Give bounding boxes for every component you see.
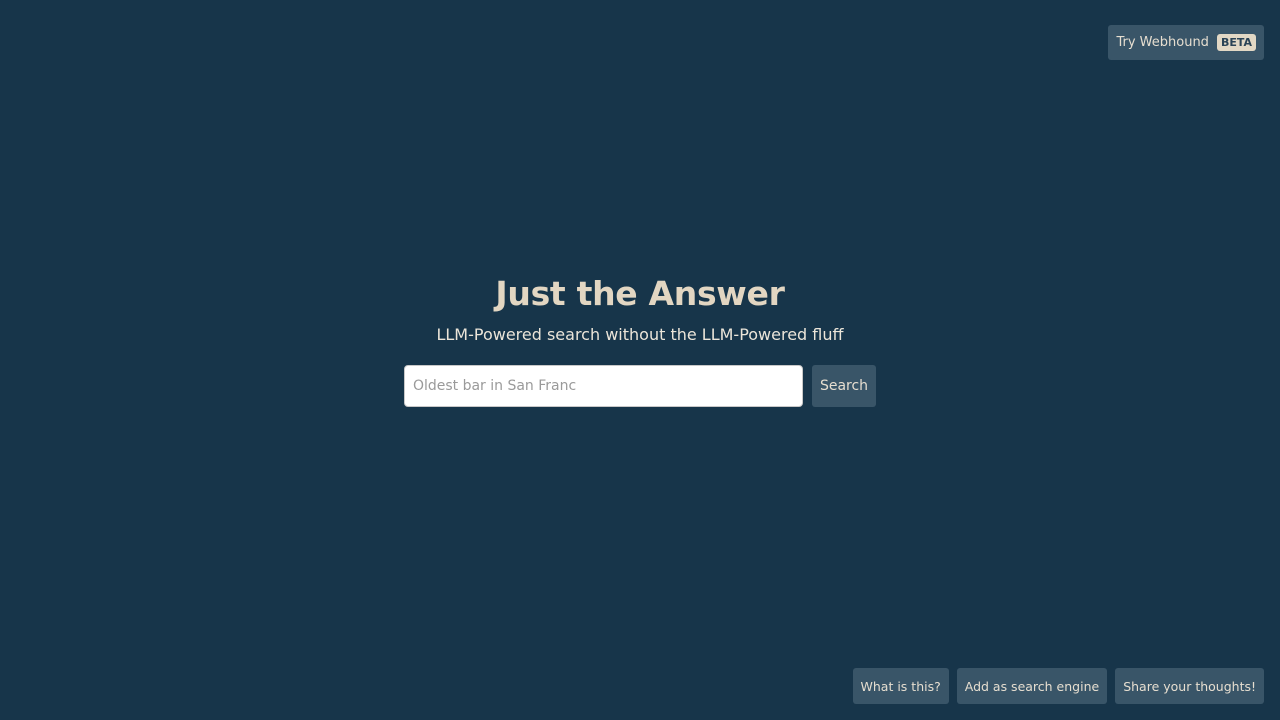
page-title: Just the Answer — [495, 274, 785, 313]
page-subtitle: LLM-Powered search without the LLM-Power… — [436, 325, 844, 344]
beta-badge: BETA — [1216, 34, 1256, 51]
footer-links: What is this? Add as search engine Share… — [852, 668, 1264, 704]
search-form: Search — [403, 365, 877, 407]
share-thoughts-button[interactable]: Share your thoughts! — [1115, 668, 1264, 704]
main-content: Just the Answer LLM-Powered search witho… — [0, 272, 1280, 407]
try-webhound-button[interactable]: Try Webhound BETA — [1108, 25, 1264, 60]
what-is-this-button[interactable]: What is this? — [852, 668, 949, 704]
page: Try Webhound BETA Just the Answer LLM-Po… — [0, 0, 1280, 720]
search-input[interactable] — [403, 365, 803, 407]
add-search-engine-button[interactable]: Add as search engine — [956, 668, 1108, 704]
search-button[interactable]: Search — [811, 365, 877, 407]
try-webhound-label: Try Webhound — [1116, 35, 1209, 50]
